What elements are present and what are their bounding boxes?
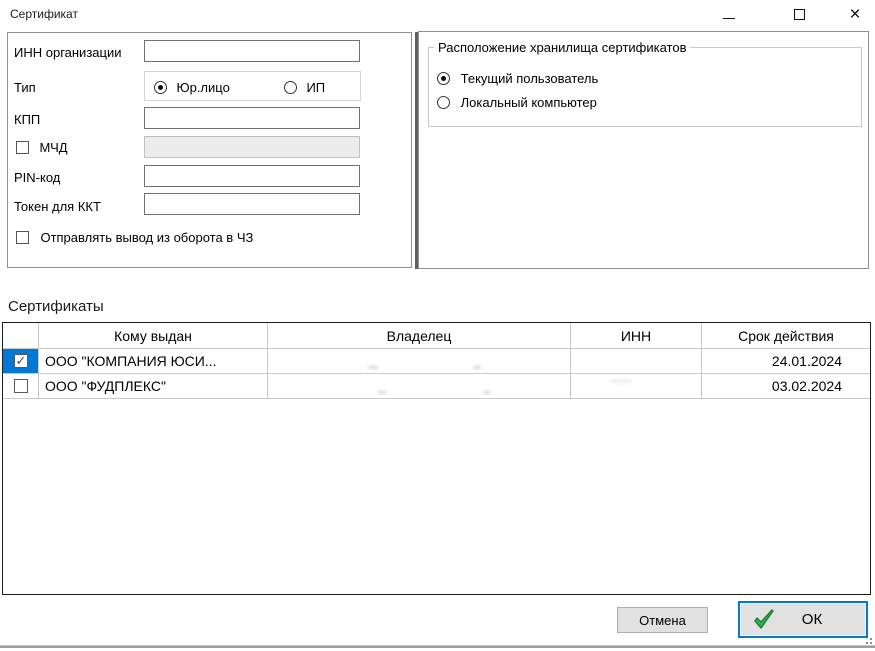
type-label: Тип [14, 80, 36, 95]
maximize-button[interactable] [782, 0, 816, 28]
minimize-icon [723, 18, 735, 19]
inn-label: ИНН организации [14, 45, 121, 60]
ok-button-label: ОК [802, 611, 822, 628]
row1-inn[interactable] [571, 349, 702, 373]
radio-current-user-icon[interactable] [437, 72, 450, 85]
type-ip-option[interactable]: ИП [284, 79, 325, 97]
certificate-dialog: Сертификат × ИНН организации Тип Юр.лицо… [0, 0, 875, 651]
withdraw-label: Отправлять вывод из оборота в ЧЗ [40, 230, 253, 245]
certificate-row[interactable]: ООО "КОМПАНИЯ ЮСИ... 24.01.2024 [3, 349, 870, 374]
inn-input[interactable] [144, 40, 360, 62]
mchd-option[interactable]: МЧД [16, 139, 68, 157]
ok-check-icon [752, 608, 776, 632]
kpp-label: КПП [14, 112, 40, 127]
minimize-button[interactable] [712, 0, 746, 28]
current-user-label: Текущий пользователь [461, 71, 599, 86]
type-radio-group: Юр.лицо ИП [144, 71, 361, 101]
row2-checkbox-cell[interactable] [3, 374, 39, 398]
close-button[interactable]: × [838, 0, 872, 28]
mchd-label: МЧД [39, 140, 67, 155]
row1-valid-until[interactable]: 24.01.2024 [702, 349, 870, 373]
store-location-title: Расположение хранилища сертификатов [434, 40, 690, 55]
maximize-icon [794, 9, 805, 20]
row1-issued-to[interactable]: ООО "КОМПАНИЯ ЮСИ... [39, 349, 268, 373]
local-machine-label: Локальный компьютер [461, 95, 597, 110]
header-inn[interactable]: ИНН [571, 323, 702, 348]
pin-input[interactable] [144, 165, 360, 187]
redacted-inn-mark [611, 380, 633, 382]
row2-issued-to[interactable]: ООО "ФУДПЛЕКС" [39, 374, 268, 398]
header-checkbox-column [3, 323, 39, 348]
resize-grip[interactable] [862, 638, 872, 646]
row2-checkbox[interactable] [14, 379, 28, 393]
header-issued-to[interactable]: Кому выдан [39, 323, 268, 348]
type-legal-option[interactable]: Юр.лицо [154, 79, 230, 97]
token-input[interactable] [144, 193, 360, 215]
token-label: Токен для ККТ [14, 199, 101, 214]
type-legal-label: Юр.лицо [176, 80, 229, 95]
certificates-section-title: Сертификаты [8, 298, 104, 315]
row2-valid-until[interactable]: 03.02.2024 [702, 374, 870, 398]
redacted-owner-mark [378, 391, 387, 394]
certificates-grid: Кому выдан Владелец ИНН Срок действия ОО… [2, 322, 871, 595]
close-icon: × [849, 5, 860, 24]
window-bottom-edge [0, 645, 875, 648]
type-ip-label: ИП [306, 80, 325, 95]
local-machine-option[interactable]: Локальный компьютер [437, 95, 597, 110]
row2-owner[interactable] [268, 374, 571, 398]
redacted-owner-mark [483, 391, 491, 394]
row1-owner[interactable] [268, 349, 571, 373]
title-bar: Сертификат × [0, 0, 875, 28]
mchd-input [144, 136, 360, 158]
certificate-row[interactable]: ООО "ФУДПЛЕКС" 03.02.2024 [3, 374, 870, 399]
cancel-button[interactable]: Отмена [617, 607, 708, 633]
window-title: Сертификат [10, 7, 78, 21]
radio-ip-icon[interactable] [284, 81, 297, 94]
radio-local-machine-icon[interactable] [437, 96, 450, 109]
redacted-owner-mark [368, 366, 378, 369]
store-location-groupbox [428, 47, 862, 127]
pin-label: PIN-код [14, 170, 60, 185]
header-owner[interactable]: Владелец [268, 323, 571, 348]
kpp-input[interactable] [144, 107, 360, 129]
row1-checkbox[interactable] [14, 354, 28, 368]
radio-legal-entity-icon[interactable] [154, 81, 167, 94]
grid-header-row: Кому выдан Владелец ИНН Срок действия [3, 323, 870, 349]
mchd-checkbox[interactable] [16, 141, 29, 154]
row1-checkbox-cell[interactable] [3, 349, 39, 373]
ok-button[interactable]: ОК [738, 601, 868, 638]
current-user-option[interactable]: Текущий пользователь [437, 71, 598, 86]
cancel-button-label: Отмена [639, 613, 686, 628]
withdraw-checkbox[interactable] [16, 231, 29, 244]
header-valid-until[interactable]: Срок действия [702, 323, 870, 348]
withdraw-option[interactable]: Отправлять вывод из оборота в ЧЗ [16, 229, 253, 247]
row2-inn[interactable] [571, 374, 702, 398]
redacted-owner-mark [473, 366, 481, 369]
